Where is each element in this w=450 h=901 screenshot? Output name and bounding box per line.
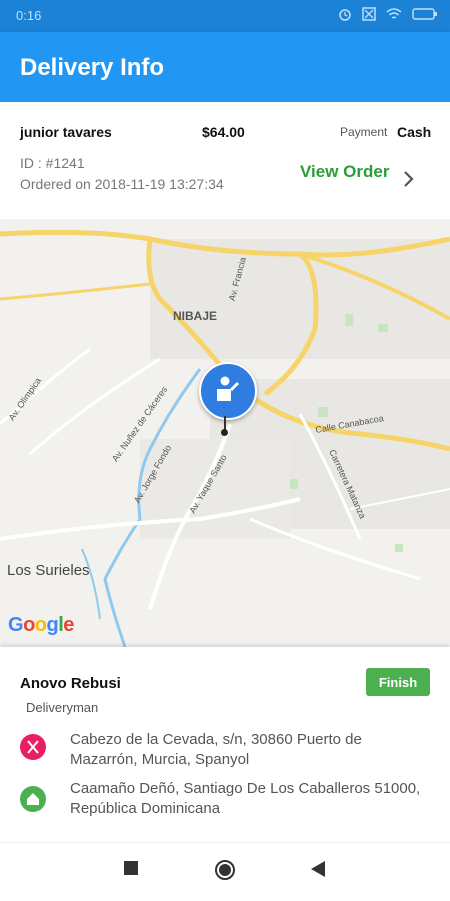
order-summary: junior tavares $64.00 Payment Cash ID : … bbox=[0, 102, 450, 219]
dropoff-address: Caamaño Deñó, Santiago De Los Caballeros… bbox=[70, 780, 421, 817]
payment-label: Payment bbox=[340, 125, 388, 139]
navigation-bar bbox=[0, 842, 450, 901]
back-button[interactable] bbox=[311, 861, 325, 877]
order-amount: $64.00 bbox=[202, 124, 245, 140]
payment-method: Cash bbox=[397, 124, 432, 140]
restaurant-icon bbox=[20, 734, 46, 760]
delivery-panel: Anovo Rebusi Deliveryman Finish Cabezo d… bbox=[0, 647, 450, 842]
deliveryman-marker[interactable] bbox=[199, 362, 257, 420]
customer-name: junior tavares bbox=[20, 124, 112, 140]
pickup-address: Cabezo de la Cevada, s/n, 30860 Puerto d… bbox=[70, 731, 362, 768]
marker-dot bbox=[221, 429, 228, 436]
alarm-icon bbox=[339, 9, 351, 21]
status-bar: 0:16 bbox=[0, 0, 450, 32]
mute-icon bbox=[362, 7, 376, 21]
app-bar: Delivery Info bbox=[0, 32, 450, 102]
home-icon bbox=[20, 786, 46, 812]
recents-button[interactable] bbox=[124, 861, 138, 875]
deliveryman-name: Anovo Rebusi bbox=[20, 675, 121, 692]
deliveryman-role: Deliveryman bbox=[26, 700, 99, 715]
chevron-right-icon[interactable] bbox=[403, 170, 415, 188]
status-icons bbox=[338, 7, 438, 21]
map-label-nibaje: NIBAJE bbox=[173, 309, 218, 323]
person-icon bbox=[217, 376, 240, 401]
finish-button[interactable]: Finish bbox=[366, 668, 430, 696]
order-date: Ordered on 2018-11-19 13:27:34 bbox=[20, 176, 224, 192]
status-time: 0:16 bbox=[16, 8, 42, 23]
view-order-link[interactable]: View Order bbox=[300, 162, 389, 182]
google-logo: Google bbox=[8, 614, 74, 636]
page-title: Delivery Info bbox=[20, 54, 165, 81]
battery-icon bbox=[412, 8, 437, 20]
wifi-icon bbox=[386, 8, 402, 19]
home-button[interactable] bbox=[214, 859, 236, 881]
map-label-los-surieles: Los Surieles bbox=[7, 562, 90, 579]
order-id: ID : #1241 bbox=[20, 155, 85, 171]
